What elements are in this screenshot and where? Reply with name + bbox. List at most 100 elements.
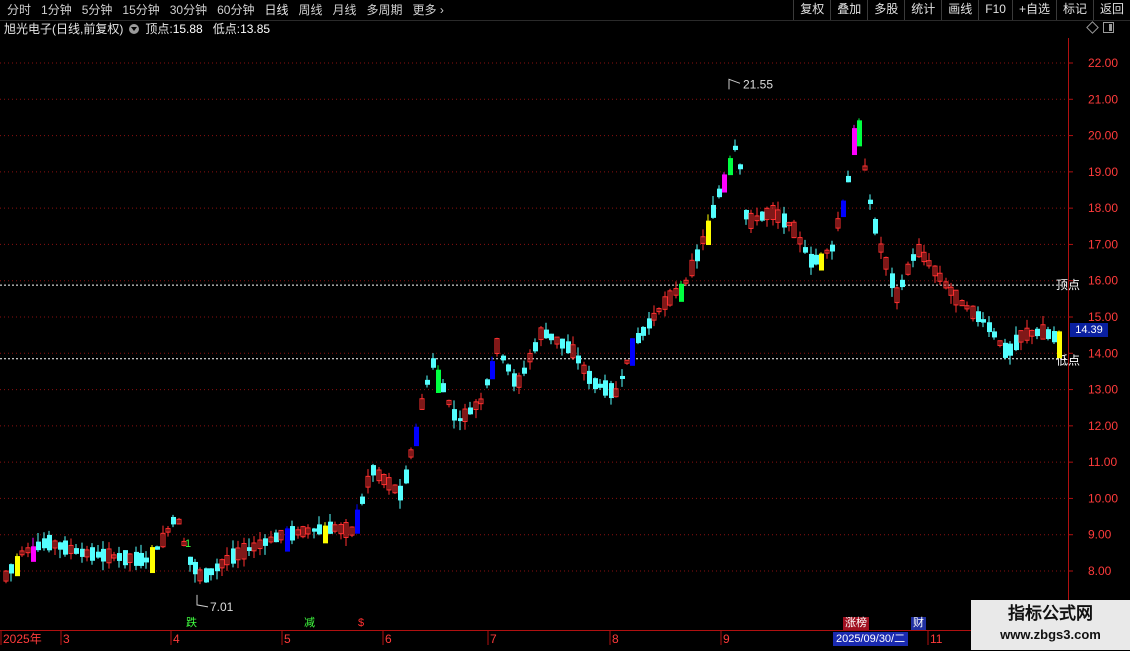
candle-body: [215, 563, 220, 572]
candle-body: [231, 548, 236, 564]
candle-body: [328, 521, 333, 534]
candle-body: [1008, 343, 1013, 356]
candle-body: [722, 174, 727, 193]
candle-body: [549, 333, 554, 341]
candle-body: [209, 568, 214, 576]
candle-body: [458, 418, 463, 422]
candle-body: [647, 318, 652, 329]
candle-body: [501, 355, 506, 361]
candle-body: [609, 383, 614, 399]
candle-body: [285, 528, 290, 552]
candle-body: [441, 383, 446, 393]
candle-body: [317, 524, 322, 535]
candle-body: [544, 329, 549, 339]
date-axis: [0, 630, 1130, 651]
candle-body: [695, 249, 700, 262]
candle-body: [981, 319, 986, 323]
candle-body: [150, 547, 155, 574]
candle-body: [323, 525, 328, 544]
candle-body: [620, 375, 625, 380]
candle-body: [31, 546, 36, 562]
candle-body: [593, 378, 598, 390]
candle-body: [1057, 331, 1062, 359]
candle-body: [830, 244, 835, 252]
candle-body: [204, 568, 209, 583]
candle-body: [139, 552, 144, 566]
candle-body: [274, 532, 279, 543]
candle-body: [15, 556, 20, 577]
candle-body: [74, 548, 79, 554]
watermark-url: www.zbgs3.com: [1000, 627, 1101, 642]
candle-body: [1003, 342, 1008, 358]
candle-body: [738, 164, 743, 170]
candle-body: [80, 548, 85, 557]
candle-body: [425, 379, 430, 385]
candle-body: [123, 550, 128, 566]
candle-body: [312, 528, 317, 532]
candle-body: [809, 253, 814, 268]
candle-body: [355, 509, 360, 534]
candle-body: [193, 561, 198, 575]
candle-body: [900, 279, 905, 288]
candle-body: [247, 547, 252, 552]
candle-body: [711, 204, 716, 218]
candle-body: [976, 311, 981, 323]
candle-body: [782, 213, 787, 228]
candle-body: [852, 128, 857, 156]
candle-body: [733, 145, 738, 151]
candle-body: [134, 551, 139, 566]
selected-date: 2025/09/30/二: [833, 632, 909, 646]
candle-body: [803, 247, 808, 253]
candle-body: [1014, 334, 1019, 351]
low-marker-line: [196, 594, 209, 608]
watermark-title: 指标公式网: [1008, 604, 1093, 623]
candle-body: [171, 516, 176, 525]
candle-body: [117, 553, 122, 561]
candle-body: [890, 273, 895, 289]
candle-body: [101, 548, 106, 562]
candle-body: [728, 158, 733, 176]
candle-body: [404, 469, 409, 484]
candle-body: [873, 218, 878, 234]
candle-body: [9, 564, 14, 574]
candle-body: [58, 542, 63, 550]
candle-body: [452, 409, 457, 421]
candle-body: [533, 342, 538, 352]
candle-body: [290, 526, 295, 541]
candle-body: [636, 333, 641, 344]
candle-body: [36, 541, 41, 551]
candle-body: [42, 538, 47, 549]
candle-body: [522, 367, 527, 374]
candle-body: [1046, 329, 1051, 339]
candle-body: [679, 283, 684, 302]
candle-body: [841, 200, 846, 218]
candle-body: [598, 383, 603, 388]
candle-body: [744, 209, 749, 220]
signal-reduce: 减: [304, 617, 315, 629]
candle-body: [188, 556, 193, 565]
high-marker-line: [728, 78, 741, 90]
signal-drop: 跌: [186, 617, 197, 629]
candle-body: [360, 496, 365, 504]
small-mark-label: 1: [185, 538, 191, 550]
candle-body: [512, 373, 517, 387]
candle-body: [706, 220, 711, 246]
high-point-label: 21.55: [743, 77, 773, 91]
candle-body: [485, 379, 490, 386]
candle-body: [263, 538, 268, 546]
candle-body: [414, 426, 419, 447]
candle-body: [144, 557, 149, 563]
candle-body: [47, 534, 52, 551]
candle-body: [760, 211, 765, 221]
candle-body: [1052, 331, 1057, 343]
candle-body: [630, 338, 635, 366]
candle-body: [819, 253, 824, 271]
candle-body: [506, 364, 511, 372]
candle-body: [468, 407, 473, 415]
candle-body: [814, 254, 819, 265]
candle-body: [566, 341, 571, 354]
candle-body: [1035, 328, 1040, 337]
signal-gain-rank: 涨榜: [843, 617, 869, 630]
candle-body: [96, 551, 101, 558]
candle-body: [857, 120, 862, 147]
